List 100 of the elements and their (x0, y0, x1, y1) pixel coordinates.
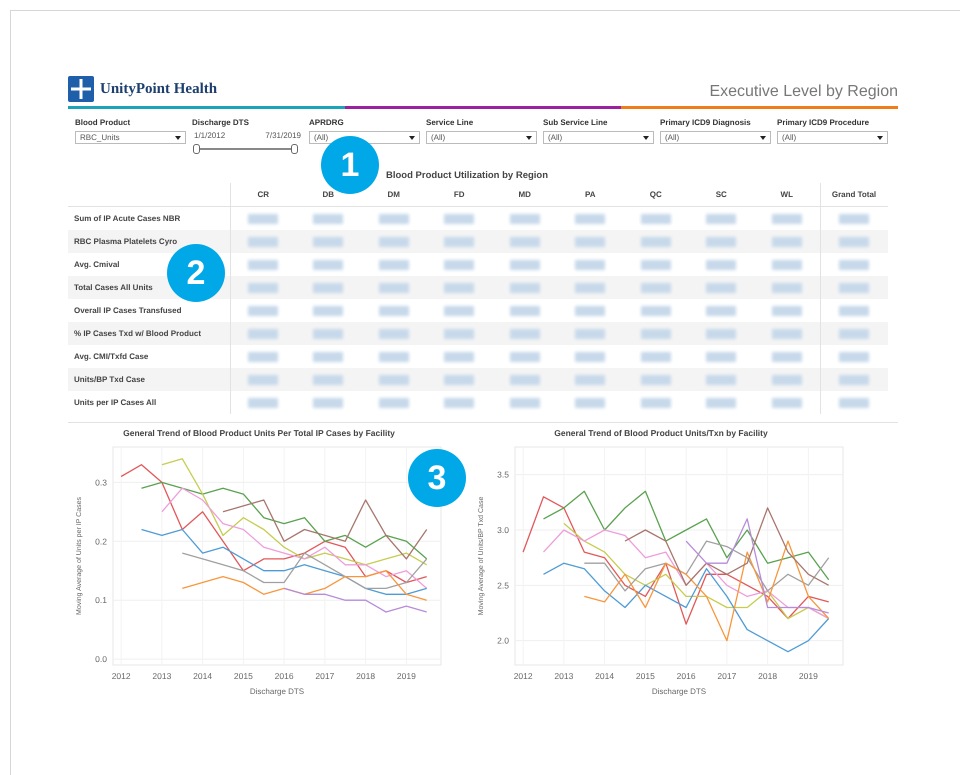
x-tick-label: 2015 (234, 671, 253, 681)
blurred-value (444, 214, 474, 224)
filter-dropdown[interactable]: (All) (543, 131, 654, 144)
filter-dropdown[interactable]: RBC_Units (75, 131, 186, 144)
blurred-value (640, 236, 671, 246)
caret-icon (760, 136, 766, 140)
callout-badge: 3 (408, 449, 466, 507)
blurred-value (575, 260, 606, 270)
blurred-value (444, 328, 474, 338)
blurred-value (248, 282, 278, 292)
x-tick-label: 2013 (554, 671, 574, 681)
blurred-value (444, 282, 474, 292)
x-tick-label: 2019 (798, 671, 818, 681)
blurred-value (378, 398, 409, 408)
blurred-value (706, 214, 736, 224)
blurred-value (378, 328, 409, 338)
x-tick-label: 2012 (514, 671, 533, 681)
blurred-value (313, 236, 344, 246)
caret-icon (409, 136, 415, 140)
blurred-value (839, 328, 869, 338)
blurred-value (706, 328, 736, 338)
blurred-value (444, 236, 474, 246)
blurred-value (772, 398, 802, 408)
blurred-value (248, 236, 278, 246)
blurred-value (575, 236, 606, 246)
blurred-value (510, 328, 540, 338)
blurred-value (444, 306, 474, 316)
table-title: Blood Product Utilization by Region (385, 169, 550, 183)
row-label: RBC Plasma Platelets Cyro (68, 230, 230, 253)
filter-dropdown[interactable]: (All) (426, 131, 537, 144)
filter-label: Sub Service Line (543, 118, 608, 128)
y-tick-label: 0.3 (95, 477, 107, 488)
filter-dropdown[interactable]: (All) (777, 131, 888, 144)
blurred-value (248, 260, 278, 270)
blurred-value (706, 398, 736, 408)
logo-text: UnityPoint Health (100, 80, 218, 99)
blurred-value (378, 282, 409, 292)
blurred-value (839, 236, 869, 246)
blurred-value (839, 352, 869, 362)
blurred-value (839, 260, 869, 270)
blurred-value (444, 260, 474, 270)
blurred-value (640, 282, 671, 292)
blurred-value (575, 398, 606, 408)
blurred-value (378, 352, 409, 362)
caret-icon (526, 136, 532, 140)
blurred-value (444, 374, 474, 384)
dashboard-title: Executive Level by Region (709, 82, 898, 102)
blurred-value (706, 260, 736, 270)
filter-label: Discharge DTS (192, 118, 250, 128)
blurred-value (640, 306, 671, 316)
y-tick-label: 3.5 (497, 470, 509, 480)
blurred-value (510, 374, 540, 384)
x-tick-label: 2016 (274, 671, 294, 681)
blurred-value (313, 282, 344, 292)
blurred-value (248, 214, 278, 224)
blurred-value (378, 236, 409, 246)
y-tick-label: 0.2 (95, 536, 107, 546)
x-tick-label: 2017 (315, 671, 334, 681)
blurred-value (640, 352, 671, 362)
blurred-value (772, 236, 802, 246)
filter-dropdown[interactable]: (All) (660, 131, 771, 144)
blurred-value (575, 282, 606, 292)
blurred-value (378, 374, 409, 384)
blurred-value (444, 352, 474, 362)
x-axis-title: Discharge DTS (652, 687, 706, 696)
x-tick-label: 2015 (636, 671, 655, 681)
x-tick-label: 2012 (112, 671, 131, 681)
blurred-value (839, 214, 869, 224)
blurred-value (640, 328, 671, 338)
blurred-value (313, 306, 344, 316)
blurred-value (575, 214, 606, 224)
blurred-value (772, 214, 802, 224)
filter-label: Primary ICD9 Procedure (777, 118, 870, 128)
y-tick-label: 0.0 (95, 654, 107, 664)
blurred-value (313, 214, 344, 224)
blurred-value (839, 306, 869, 316)
filter-label: Service Line (426, 118, 474, 128)
blurred-value (510, 236, 540, 246)
x-tick-label: 2014 (193, 671, 212, 681)
x-tick-label: 2016 (676, 671, 696, 681)
x-tick-label: 2019 (396, 671, 416, 681)
filter-label: Blood Product (75, 118, 132, 128)
row-label: % IP Cases Txd w/ Blood Product (68, 322, 230, 345)
logo-icon (68, 76, 94, 102)
slider-handle[interactable] (291, 144, 298, 154)
slider-handle[interactable] (193, 144, 200, 154)
blurred-value (706, 374, 736, 384)
caret-icon (175, 136, 181, 140)
y-tick-label: 2.5 (497, 580, 509, 590)
blurred-value (248, 374, 278, 384)
x-tick-label: 2018 (758, 671, 778, 681)
blurred-value (706, 306, 736, 316)
blurred-value (839, 282, 869, 292)
range-start-date: 1/1/2012 (194, 131, 226, 141)
blurred-value (575, 306, 606, 316)
blurred-value (313, 260, 344, 270)
blurred-value (772, 282, 802, 292)
blurred-value (839, 398, 869, 408)
filter-label: APRDRG (309, 118, 345, 128)
blurred-value (510, 282, 540, 292)
